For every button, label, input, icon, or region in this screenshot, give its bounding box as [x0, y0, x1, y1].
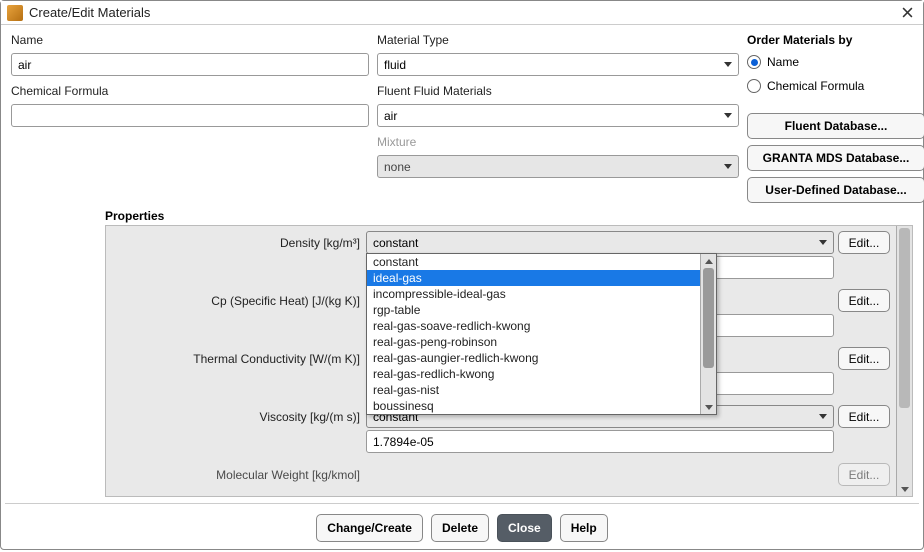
density-option-rgp-table[interactable]: rgp-table — [367, 302, 716, 318]
density-method-dropdown: constantideal-gasincompressible-ideal-ga… — [366, 253, 717, 415]
density-edit-button[interactable]: Edit... — [838, 231, 890, 254]
viscosity-label: Viscosity [kg/(m s)] — [112, 410, 362, 424]
density-option-incompressible-ideal-gas[interactable]: incompressible-ideal-gas — [367, 286, 716, 302]
density-option-boussinesq[interactable]: boussinesq — [367, 398, 716, 414]
mixture-select[interactable]: none — [377, 155, 739, 178]
close-button[interactable]: Close — [497, 514, 552, 542]
close-icon[interactable] — [897, 3, 917, 23]
properties-heading: Properties — [105, 209, 923, 223]
app-icon — [7, 5, 23, 21]
name-label: Name — [11, 33, 369, 47]
dialog-content: Name air Chemical Formula Material Type … — [1, 25, 923, 549]
scroll-down-icon[interactable] — [701, 400, 716, 414]
formula-input[interactable] — [11, 104, 369, 127]
chevron-down-icon — [724, 164, 732, 169]
molecular-weight-edit-button[interactable]: Edit... — [838, 463, 890, 486]
delete-button[interactable]: Delete — [431, 514, 489, 542]
density-option-real-gas-nist[interactable]: real-gas-nist — [367, 382, 716, 398]
scrollbar-thumb[interactable] — [703, 268, 714, 368]
density-label: Density [kg/m³] — [112, 236, 362, 250]
footer-buttons: Change/Create Delete Close Help — [1, 504, 923, 552]
viscosity-edit-button[interactable]: Edit... — [838, 405, 890, 428]
viscosity-value-input[interactable]: 1.7894e-05 — [366, 430, 834, 453]
user-defined-database-button[interactable]: User-Defined Database... — [747, 177, 924, 203]
material-type-select[interactable]: fluid — [377, 53, 739, 76]
order-by-formula-radio[interactable]: Chemical Formula — [747, 79, 924, 93]
fluent-database-button[interactable]: Fluent Database... — [747, 113, 924, 139]
order-by-name-radio[interactable]: Name — [747, 55, 924, 69]
density-option-real-gas-redlich-kwong[interactable]: real-gas-redlich-kwong — [367, 366, 716, 382]
thermal-conductivity-edit-button[interactable]: Edit... — [838, 347, 890, 370]
order-by-name-label: Name — [767, 55, 799, 69]
chevron-down-icon — [724, 113, 732, 118]
window-title: Create/Edit Materials — [29, 5, 897, 20]
density-option-real-gas-peng-robinson[interactable]: real-gas-peng-robinson — [367, 334, 716, 350]
radio-icon — [747, 79, 761, 93]
thermal-conductivity-label: Thermal Conductivity [W/(m K)] — [112, 352, 362, 366]
mixture-label: Mixture — [377, 135, 739, 149]
scroll-up-icon[interactable] — [701, 254, 716, 268]
titlebar: Create/Edit Materials — [1, 1, 923, 25]
granta-database-button[interactable]: GRANTA MDS Database... — [747, 145, 924, 171]
molecular-weight-label: Molecular Weight [kg/kmol] — [112, 468, 362, 482]
upper-grid: Name air Chemical Formula Material Type … — [1, 25, 923, 207]
help-button[interactable]: Help — [560, 514, 608, 542]
order-by-heading: Order Materials by — [747, 33, 924, 47]
dropdown-scrollbar[interactable] — [700, 254, 716, 414]
scrollbar-thumb[interactable] — [899, 228, 910, 408]
density-option-real-gas-aungier-redlich-kwong[interactable]: real-gas-aungier-redlich-kwong — [367, 350, 716, 366]
properties-scrollbar[interactable] — [896, 226, 912, 496]
name-input[interactable]: air — [11, 53, 369, 76]
scroll-down-icon[interactable] — [897, 482, 912, 496]
density-option-constant[interactable]: constant — [367, 254, 716, 270]
chevron-down-icon — [819, 240, 827, 245]
formula-label: Chemical Formula — [11, 84, 369, 98]
density-option-real-gas-soave-redlich-kwong[interactable]: real-gas-soave-redlich-kwong — [367, 318, 716, 334]
cp-edit-button[interactable]: Edit... — [838, 289, 890, 312]
material-type-label: Material Type — [377, 33, 739, 47]
order-by-formula-label: Chemical Formula — [767, 79, 864, 93]
radio-icon — [747, 55, 761, 69]
chevron-down-icon — [819, 414, 827, 419]
properties-panel: Density [kg/m³] constant Edit... Cp (Spe… — [105, 225, 913, 497]
density-option-ideal-gas[interactable]: ideal-gas — [367, 270, 716, 286]
fluent-fluid-materials-select[interactable]: air — [377, 104, 739, 127]
cp-label: Cp (Specific Heat) [J/(kg K)] — [112, 294, 362, 308]
fluent-fluid-materials-label: Fluent Fluid Materials — [377, 84, 739, 98]
change-create-button[interactable]: Change/Create — [316, 514, 423, 542]
chevron-down-icon — [724, 62, 732, 67]
density-method-select[interactable]: constant — [366, 231, 834, 254]
